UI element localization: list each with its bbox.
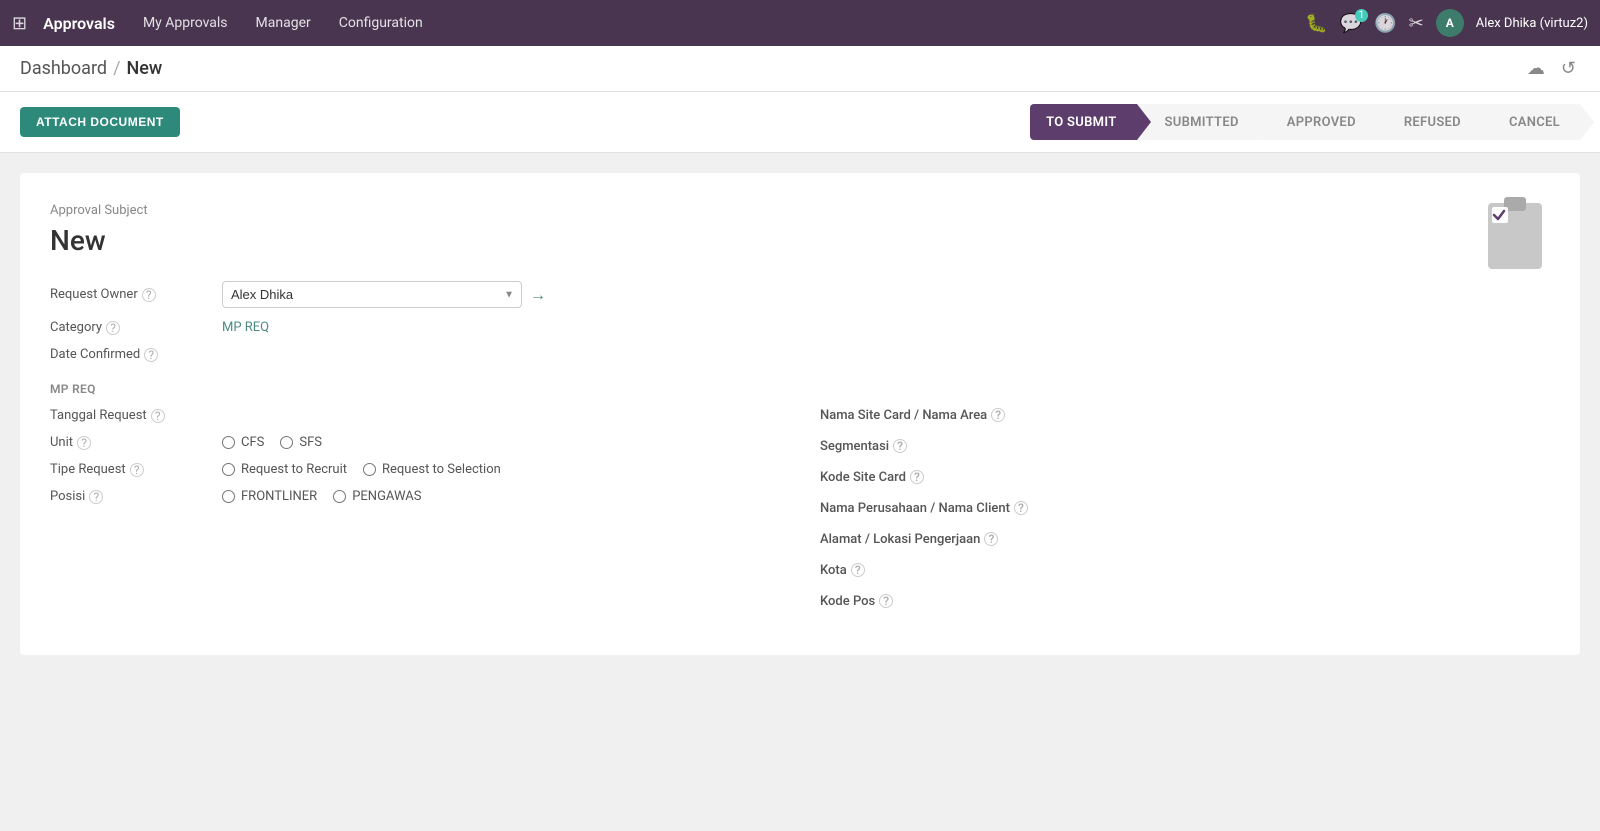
- request-owner-select-wrapper: Alex Dhika: [222, 281, 522, 308]
- notification-badge: 1: [1355, 9, 1369, 22]
- posisi-help[interactable]: ?: [89, 490, 103, 504]
- category-help[interactable]: ?: [106, 321, 120, 335]
- tanggal-request-label: Tanggal Request ?: [50, 408, 210, 423]
- menu-manager[interactable]: Manager: [244, 9, 323, 37]
- two-col-layout: Tanggal Request ? Unit ? CFS: [50, 408, 1550, 625]
- request-owner-arrow[interactable]: →: [530, 285, 546, 305]
- unit-label: Unit ?: [50, 435, 210, 450]
- breadcrumb: Dashboard / New: [20, 58, 162, 79]
- request-owner-help[interactable]: ?: [142, 288, 156, 302]
- username: Alex Dhika (virtuz2): [1476, 16, 1588, 31]
- status-refused[interactable]: REFUSED: [1376, 104, 1481, 140]
- right-column: Nama Site Card / Nama Area ? Segmentasi …: [820, 408, 1550, 625]
- kode-site-card-label: Kode Site Card ?: [820, 470, 1550, 485]
- menu-configuration[interactable]: Configuration: [327, 9, 435, 37]
- section-mp-req: MP REQ: [50, 382, 1550, 396]
- top-navigation: ⊞ Approvals My Approvals Manager Configu…: [0, 0, 1600, 46]
- tipe-request-help[interactable]: ?: [130, 463, 144, 477]
- tipe-recruit-label[interactable]: Request to Recruit: [222, 462, 347, 477]
- date-confirmed-label: Date Confirmed ?: [50, 347, 210, 362]
- tipe-request-label: Tipe Request ?: [50, 462, 210, 477]
- request-owner-row: Request Owner ? Alex Dhika →: [50, 281, 1550, 308]
- category-value[interactable]: MP REQ: [222, 320, 269, 335]
- unit-sfs-radio[interactable]: [280, 436, 293, 449]
- clipboard-icon: [1480, 193, 1550, 273]
- status-to-submit[interactable]: TO SUBMIT: [1030, 104, 1136, 140]
- main-content: Approval Subject New Request Owner ? Ale…: [0, 153, 1600, 675]
- kota-label: Kota ?: [820, 563, 1550, 578]
- app-name: Approvals: [43, 14, 115, 33]
- tipe-recruit-radio[interactable]: [222, 463, 235, 476]
- category-label: Category ?: [50, 320, 210, 335]
- cloud-save-button[interactable]: ☁: [1523, 54, 1549, 83]
- unit-sfs-label[interactable]: SFS: [280, 435, 322, 450]
- settings-icon[interactable]: ✂: [1409, 13, 1424, 34]
- kode-pos-help[interactable]: ?: [879, 594, 893, 608]
- tipe-selection-radio[interactable]: [363, 463, 376, 476]
- bug-icon[interactable]: 🐛: [1305, 13, 1327, 34]
- status-pipeline: TO SUBMIT SUBMITTED APPROVED REFUSED CAN…: [1030, 104, 1580, 140]
- form-title: New: [50, 224, 1550, 257]
- posisi-pengawas-label[interactable]: PENGAWAS: [333, 489, 421, 504]
- status-approved[interactable]: APPROVED: [1259, 104, 1376, 140]
- approval-subject-label: Approval Subject: [50, 203, 1550, 218]
- breadcrumb-separator: /: [113, 58, 120, 79]
- kode-pos-label: Kode Pos ?: [820, 594, 1550, 609]
- alamat-help[interactable]: ?: [984, 532, 998, 546]
- unit-cfs-label[interactable]: CFS: [222, 435, 264, 450]
- menu-my-approvals[interactable]: My Approvals: [131, 9, 240, 37]
- posisi-row: Posisi ? FRONTLINER PENGAWAS: [50, 489, 780, 504]
- alamat-lokasi-label: Alamat / Lokasi Pengerjaan ?: [820, 532, 1550, 547]
- unit-row: Unit ? CFS SFS: [50, 435, 780, 450]
- kota-help[interactable]: ?: [851, 563, 865, 577]
- tipe-request-row: Tipe Request ? Request to Recruit Reques…: [50, 462, 780, 477]
- segmentasi-help[interactable]: ?: [893, 439, 907, 453]
- category-row: Category ? MP REQ: [50, 320, 1550, 335]
- tipe-request-radio-group: Request to Recruit Request to Selection: [222, 462, 501, 477]
- posisi-radio-group: FRONTLINER PENGAWAS: [222, 489, 421, 504]
- breadcrumb-current: New: [127, 58, 163, 79]
- grid-icon[interactable]: ⊞: [12, 13, 27, 34]
- breadcrumb-actions: ☁ ↺: [1523, 54, 1580, 83]
- request-owner-label: Request Owner ?: [50, 287, 210, 302]
- top-menu: My Approvals Manager Configuration: [131, 9, 1289, 37]
- status-bar: ATTACH DOCUMENT TO SUBMIT SUBMITTED APPR…: [0, 92, 1600, 153]
- status-submitted[interactable]: SUBMITTED: [1137, 104, 1259, 140]
- date-confirmed-row: Date Confirmed ?: [50, 347, 1550, 362]
- form-card: Approval Subject New Request Owner ? Ale…: [20, 173, 1580, 655]
- breadcrumb-bar: Dashboard / New ☁ ↺: [0, 46, 1600, 92]
- left-column: Tanggal Request ? Unit ? CFS: [50, 408, 780, 625]
- unit-cfs-radio[interactable]: [222, 436, 235, 449]
- segmentasi-label: Segmentasi ?: [820, 439, 1550, 454]
- status-cancel[interactable]: CANCEL: [1481, 104, 1580, 140]
- topnav-right-area: 🐛 💬 1 🕐 ✂ A Alex Dhika (virtuz2): [1305, 9, 1588, 37]
- unit-radio-group: CFS SFS: [222, 435, 322, 450]
- posisi-label: Posisi ?: [50, 489, 210, 504]
- undo-button[interactable]: ↺: [1557, 54, 1580, 83]
- unit-help[interactable]: ?: [77, 436, 91, 450]
- kode-site-help[interactable]: ?: [910, 470, 924, 484]
- posisi-frontliner-label[interactable]: FRONTLINER: [222, 489, 317, 504]
- category-value-wrap: MP REQ: [222, 320, 1550, 335]
- posisi-pengawas-radio[interactable]: [333, 490, 346, 503]
- messages-icon[interactable]: 💬 1: [1340, 13, 1362, 34]
- tanggal-request-row: Tanggal Request ?: [50, 408, 780, 423]
- request-owner-select[interactable]: Alex Dhika: [222, 281, 522, 308]
- nama-site-card-label: Nama Site Card / Nama Area ?: [820, 408, 1550, 423]
- date-confirmed-help[interactable]: ?: [144, 348, 158, 362]
- nama-perusahaan-help[interactable]: ?: [1014, 501, 1028, 515]
- clock-icon[interactable]: 🕐: [1374, 13, 1396, 34]
- attach-document-button[interactable]: ATTACH DOCUMENT: [20, 107, 180, 137]
- avatar[interactable]: A: [1436, 9, 1464, 37]
- tipe-selection-label[interactable]: Request to Selection: [363, 462, 501, 477]
- breadcrumb-parent[interactable]: Dashboard: [20, 58, 107, 79]
- tanggal-request-help[interactable]: ?: [151, 409, 165, 423]
- nama-site-help[interactable]: ?: [991, 408, 1005, 422]
- request-owner-input-wrap: Alex Dhika →: [222, 281, 1550, 308]
- nama-perusahaan-label: Nama Perusahaan / Nama Client ?: [820, 501, 1550, 516]
- posisi-frontliner-radio[interactable]: [222, 490, 235, 503]
